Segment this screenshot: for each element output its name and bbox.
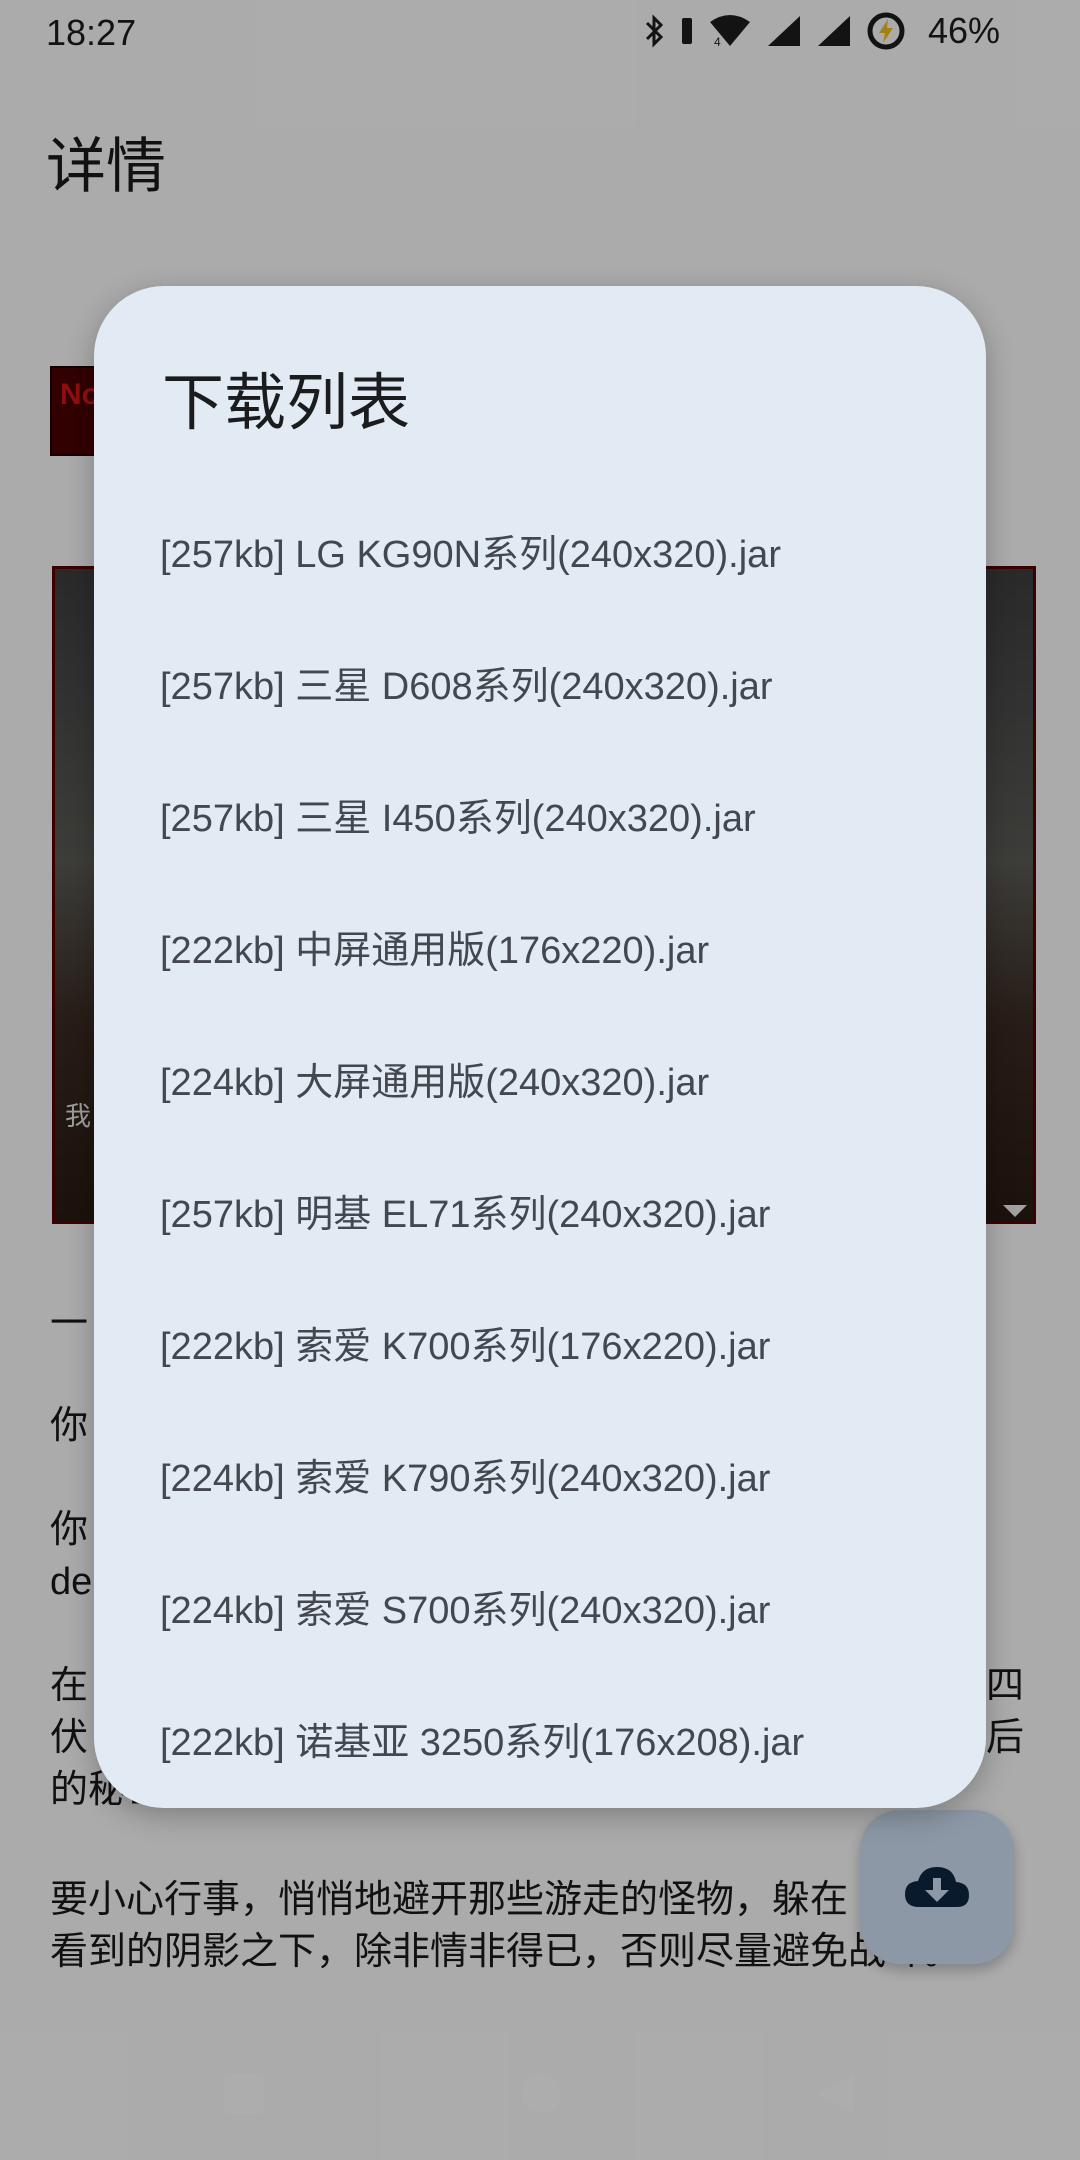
download-item[interactable]: [222kb] 索爱 K700系列(176x220).jar [94, 1276, 986, 1408]
dialog-title: 下载列表 [162, 369, 411, 438]
download-list: [257kb] LG KG90N系列(240x320).jar [257kb] … [94, 484, 986, 1804]
download-item[interactable]: [224kb] 索爱 S700系列(240x320).jar [94, 1540, 986, 1672]
download-item[interactable]: [222kb] 中屏通用版(176x220).jar [94, 880, 986, 1012]
download-list-dialog: 下载列表 [257kb] LG KG90N系列(240x320).jar [25… [94, 286, 986, 1808]
download-item[interactable]: [257kb] 明基 EL71系列(240x320).jar [94, 1144, 986, 1276]
download-item[interactable]: [257kb] 三星 D608系列(240x320).jar [94, 616, 986, 748]
download-item[interactable]: [224kb] 大屏通用版(240x320).jar [94, 1012, 986, 1144]
download-item[interactable]: [257kb] 三星 I450系列(240x320).jar [94, 748, 986, 880]
download-item[interactable]: [224kb] 索爱 K790系列(240x320).jar [94, 1408, 986, 1540]
download-item[interactable]: [257kb] LG KG90N系列(240x320).jar [94, 484, 986, 616]
download-item[interactable]: [222kb] 诺基亚 3250系列(176x208).jar [94, 1672, 986, 1804]
